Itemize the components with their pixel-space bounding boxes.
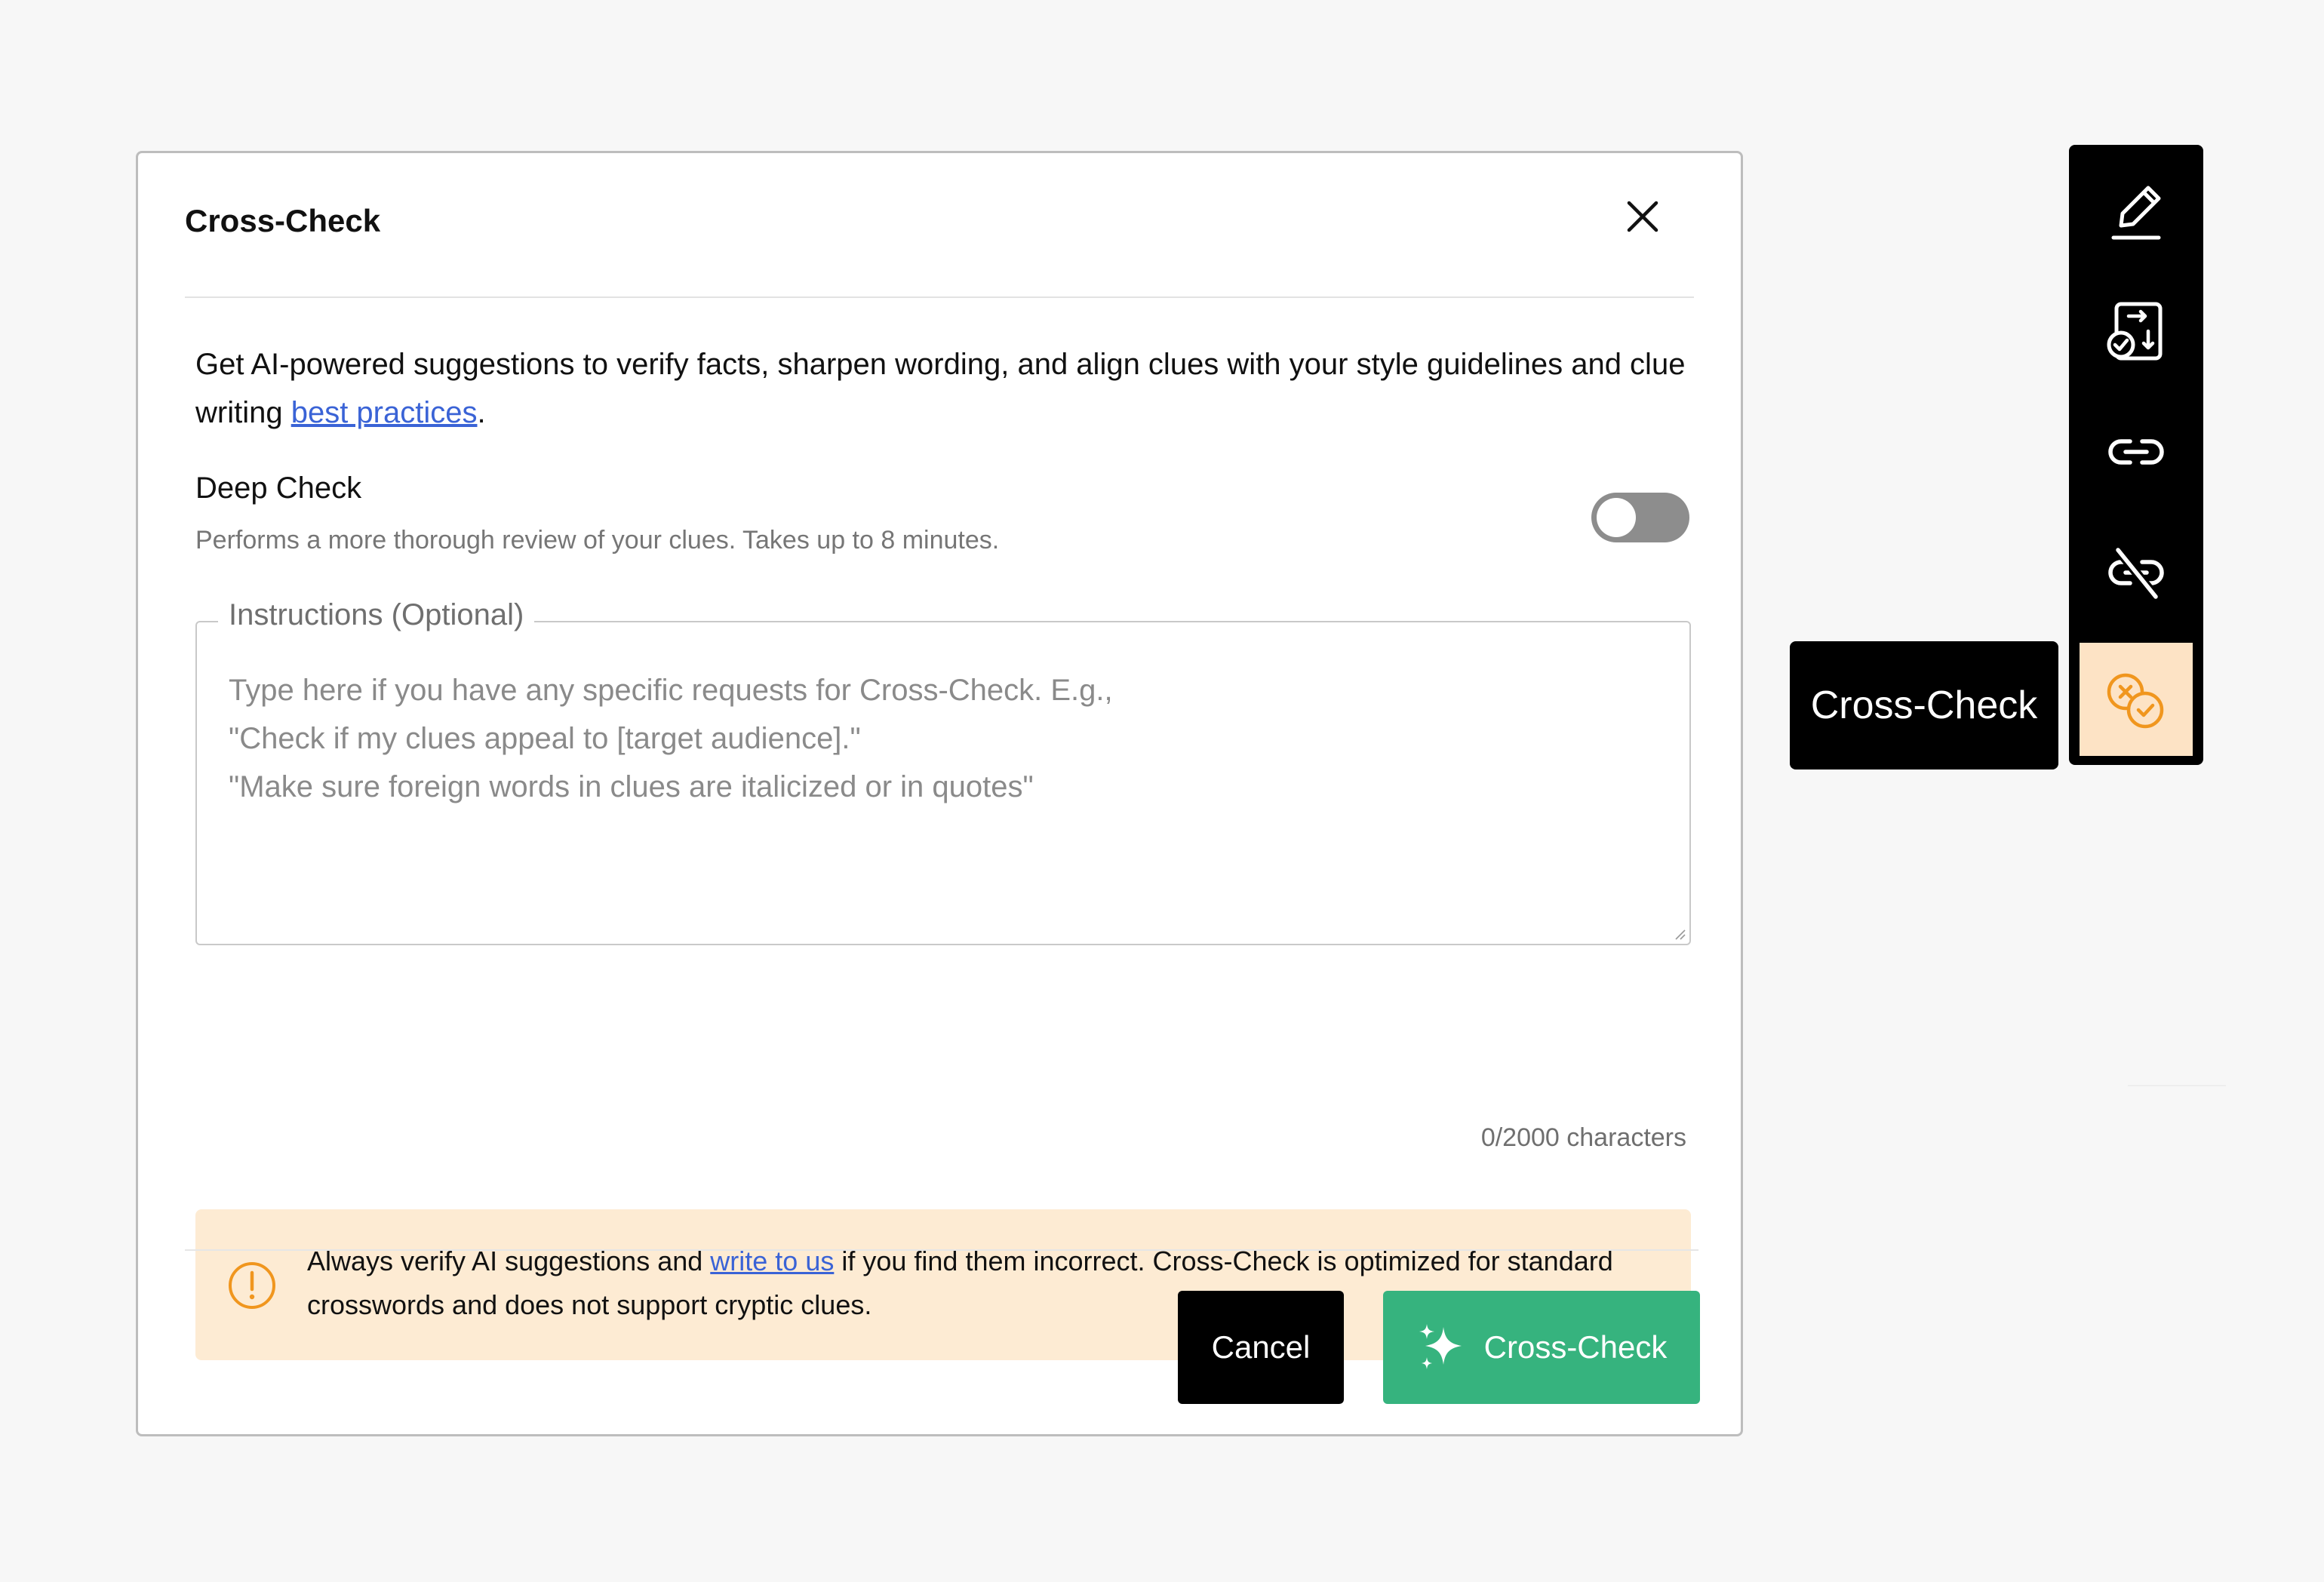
instructions-textarea[interactable]: Type here if you have any specific reque… bbox=[229, 666, 1662, 923]
cancel-button[interactable]: Cancel bbox=[1178, 1291, 1344, 1404]
tool-link[interactable] bbox=[2080, 395, 2193, 508]
best-practices-link[interactable]: best practices bbox=[291, 396, 478, 429]
dialog-description: Get AI-powered suggestions to verify fac… bbox=[195, 340, 1697, 437]
resize-handle-icon[interactable] bbox=[1673, 927, 1686, 941]
dialog-title: Cross-Check bbox=[185, 203, 381, 238]
cross-check-dialog: Cross-Check Get AI-powered suggestions t… bbox=[136, 151, 1743, 1436]
instructions-label: Instructions (Optional) bbox=[218, 598, 535, 632]
tool-clue-check[interactable] bbox=[2080, 275, 2193, 388]
character-count: 0/2000 characters bbox=[1480, 1123, 1686, 1152]
pencil-icon bbox=[2111, 186, 2161, 240]
sparkle-icon bbox=[1416, 1321, 1469, 1374]
close-button[interactable] bbox=[1618, 192, 1667, 241]
close-icon bbox=[1627, 201, 1658, 232]
cross-check-button-label: Cross-Check bbox=[1483, 1329, 1668, 1365]
cancel-button-label: Cancel bbox=[1211, 1329, 1311, 1365]
deep-check-toggle[interactable] bbox=[1591, 493, 1689, 542]
cross-check-button[interactable]: Cross-Check bbox=[1383, 1291, 1700, 1404]
unlink-icon bbox=[2108, 547, 2164, 600]
divider bbox=[2128, 1085, 2226, 1086]
footer-divider bbox=[185, 1249, 1698, 1251]
link-icon bbox=[2108, 439, 2164, 465]
instructions-field: Instructions (Optional) Type here if you… bbox=[195, 598, 1691, 945]
deep-check-label: Deep Check bbox=[195, 472, 362, 505]
tool-unlink[interactable] bbox=[2080, 516, 2193, 629]
cross-check-tooltip: Cross-Check bbox=[1790, 641, 2058, 769]
placeholder-line: "Make sure foreign words in clues are it… bbox=[229, 770, 1034, 803]
deep-check-description: Performs a more thorough review of your … bbox=[195, 526, 1000, 554]
placeholder-line: Type here if you have any specific reque… bbox=[229, 674, 1113, 707]
cross-check-icon bbox=[2107, 673, 2164, 729]
clue-check-icon bbox=[2107, 302, 2163, 361]
warning-icon bbox=[229, 1262, 275, 1309]
description-end: . bbox=[477, 396, 486, 429]
placeholder-line: "Check if my clues appeal to [target aud… bbox=[229, 722, 861, 755]
tool-cross-check[interactable] bbox=[2080, 643, 2193, 756]
dialog-header: Cross-Check bbox=[185, 153, 1694, 298]
toggle-knob bbox=[1597, 498, 1636, 537]
tool-edit[interactable] bbox=[2080, 154, 2193, 267]
side-toolbar bbox=[2069, 145, 2203, 765]
